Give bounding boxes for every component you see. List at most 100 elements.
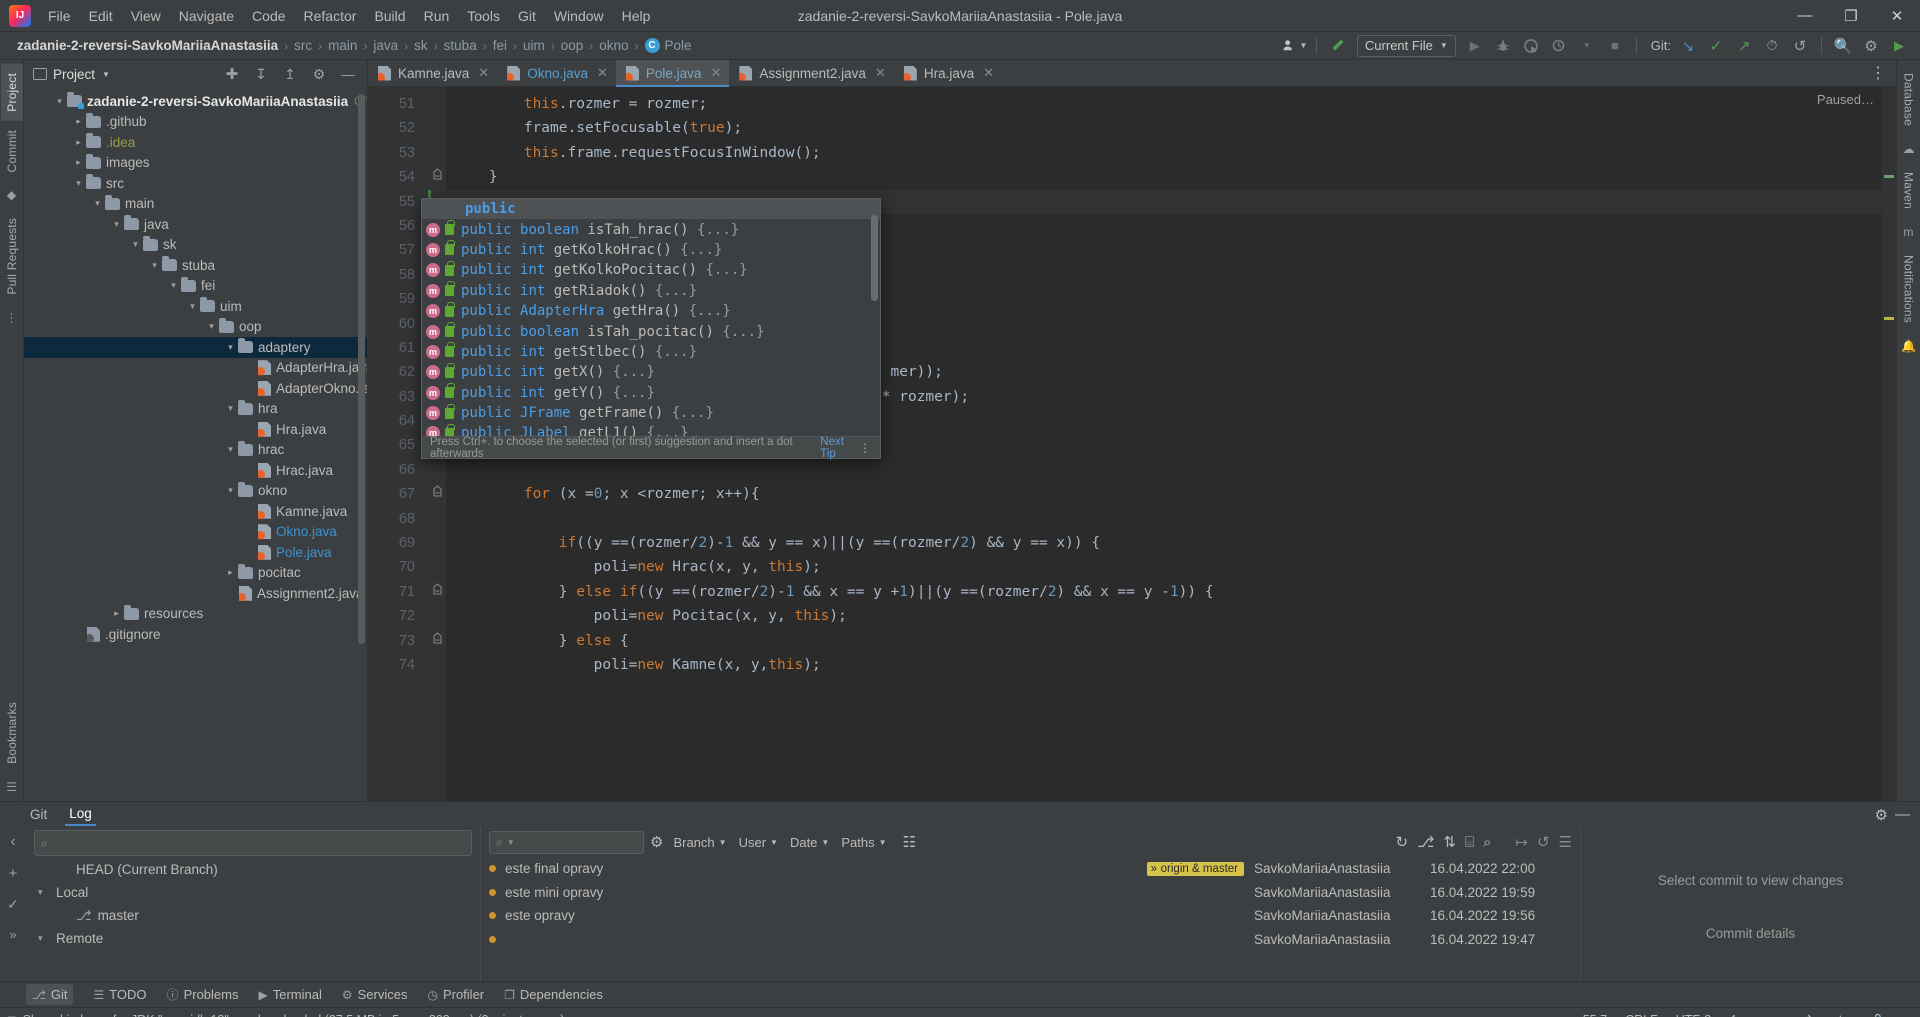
run-configuration-selector[interactable]: Current File ▼ (1356, 34, 1456, 57)
commit-filter-date[interactable]: Date ▼ (786, 833, 833, 852)
fold-marker-icon[interactable] (428, 629, 446, 653)
chevron-down-icon[interactable]: ▾ (38, 887, 50, 898)
coverage-icon[interactable] (1518, 34, 1544, 58)
code-line[interactable] (446, 507, 1896, 531)
tree-node[interactable]: ▸ resources (24, 604, 367, 625)
tree-node[interactable]: ▾ main (24, 194, 367, 215)
commit-toolbar[interactable]: ⌕ ▼ ⚙ Branch ▼ User ▼ Date ▼ Paths ▼ ☷ ↻ ⎇ ⇅ ⌸ … (481, 827, 1580, 857)
chevron-down-icon[interactable]: ▾ (130, 239, 141, 250)
git-log-side-actions[interactable]: ‹ + ✓ » (0, 827, 26, 981)
git-update-icon[interactable]: ↘ (1675, 34, 1701, 58)
autocomplete-list[interactable]: public m public boolean isTah_hrac() {...… (422, 199, 880, 436)
tree-node[interactable]: ▾ zadanie-2-reversi-SavkoMariiaAnastasiia… (24, 91, 367, 112)
close-button[interactable]: ✕ (1874, 0, 1920, 32)
tree-node[interactable]: ▾ adaptery (24, 337, 367, 358)
menu-help[interactable]: Help (613, 4, 660, 28)
commit-filter-branch[interactable]: Branch ▼ (669, 833, 730, 852)
tree-node[interactable]: ▸ images (24, 153, 367, 174)
commit-row[interactable]: este final opravy origin & master SavkoMar… (481, 857, 1580, 881)
stop-button[interactable]: ■ (1602, 34, 1628, 58)
chevron-down-icon[interactable]: ▾ (73, 178, 84, 189)
autocomplete-item[interactable]: m public int getKolkoPocitac() {...} (422, 260, 880, 280)
breadcrumb[interactable]: zadanie-2-reversi-SavkoMariiaAnastasiia ›… (14, 37, 695, 54)
menu-navigate[interactable]: Navigate (170, 4, 243, 28)
editor-tab-bar[interactable]: Kamne.java ✕ Okno.java ✕ Pole.java ✕ Assignmen… (368, 60, 1896, 87)
tool-strip-terminal[interactable]: ▶ Terminal (258, 987, 321, 1002)
menu-code[interactable]: Code (243, 4, 294, 28)
editor-tab-kamne[interactable]: Kamne.java ✕ (368, 60, 497, 86)
git-hide-icon[interactable]: — (1895, 806, 1910, 823)
tree-node[interactable]: ▾ okno (24, 481, 367, 502)
settings-gear-icon[interactable]: ⚙ (1858, 34, 1884, 58)
run-button[interactable]: ▶ (1462, 34, 1488, 58)
bottom-tab-log[interactable]: Log (65, 804, 96, 826)
commit-search-input[interactable]: ⌕ ▼ (489, 830, 644, 854)
code-line[interactable]: frame.setFocusable(true); (446, 116, 1896, 140)
menu-git[interactable]: Git (509, 4, 545, 28)
ide-run-icon[interactable]: ▶ (1886, 34, 1912, 58)
autocomplete-popup[interactable]: public m public boolean isTah_hrac() {...… (421, 198, 881, 460)
close-tab-icon[interactable]: ✕ (875, 65, 886, 81)
tool-strip-dependencies[interactable]: ❐ Dependencies (504, 987, 603, 1002)
chevron-right-icon[interactable]: ▸ (73, 157, 84, 168)
filter-settings-icon[interactable]: ⚙ (650, 833, 663, 851)
autocomplete-item[interactable]: m public int getKolkoHrac() {...} (422, 240, 880, 260)
branch-row[interactable]: ▾ Remote (26, 927, 480, 950)
hide-panel-icon[interactable]: — (335, 62, 361, 86)
code-line[interactable]: this.frame.requestFocusInWindow(); (446, 141, 1896, 165)
tool-strip-problems[interactable]: ⓘ Problems (167, 986, 239, 1003)
commit-filter-paths[interactable]: Paths ▼ (837, 833, 890, 852)
window-controls[interactable]: — ❐ ✕ (1782, 0, 1920, 32)
tree-node[interactable]: ▸ pocitac (24, 563, 367, 584)
breadcrumb-item-fei[interactable]: fei (490, 37, 510, 54)
commit-list[interactable]: este final opravy origin & master SavkoMar… (481, 857, 1580, 981)
search-icon[interactable]: 🔍 (1830, 34, 1856, 58)
code-viewport[interactable]: 51 52 53 54 55 56 57 58 59 60 61 62 63 64 65 66 67 68 69 70… (368, 87, 1896, 801)
collapse-all-icon[interactable]: ↥ (277, 62, 303, 86)
chevron-down-icon[interactable]: ▾ (168, 280, 179, 291)
chevron-right-icon[interactable]: ▸ (225, 567, 236, 578)
autocomplete-item[interactable]: m public int getStlbec() {...} (422, 342, 880, 362)
close-tab-icon[interactable]: ✕ (597, 65, 608, 81)
chevron-right-icon[interactable]: ▸ (73, 137, 84, 148)
notifications-icon[interactable]: ⌕ (1903, 1012, 1910, 1017)
maximize-button[interactable]: ❐ (1828, 0, 1874, 32)
breadcrumb-item-main[interactable]: main (325, 37, 360, 54)
autocomplete-item-selected[interactable]: public (422, 199, 880, 220)
chevron-down-icon[interactable]: ▼ (102, 70, 110, 79)
code-line[interactable]: for (x =0; x <rozmer; x++){ (446, 482, 1896, 506)
tree-node[interactable]: ▾ src (24, 173, 367, 194)
code-line[interactable]: poli=new Pocitac(x, y, this); (446, 604, 1896, 628)
menu-file[interactable]: File (39, 4, 80, 28)
chevron-right-icon[interactable]: ▸ (73, 116, 84, 127)
chevron-down-icon[interactable]: ▾ (225, 403, 236, 414)
rollback-icon[interactable]: ↺ (1787, 34, 1813, 58)
close-tab-icon[interactable]: ✕ (478, 65, 489, 81)
expand-icon[interactable]: » (9, 927, 16, 942)
compact-icon[interactable]: ☰ (1559, 833, 1572, 851)
chevron-down-icon[interactable]: ▾ (187, 301, 198, 312)
error-stripe[interactable] (1882, 87, 1896, 801)
branch-search-input[interactable]: ⌕ (34, 830, 472, 856)
commit-toolbar-right[interactable]: ↻ ⎇ ⇅ ⌸ ⌕ ↦ ↺ ☰ (1396, 833, 1572, 852)
tree-node[interactable]: ▾ hra (24, 399, 367, 420)
breadcrumb-item-src[interactable]: src (291, 37, 315, 54)
grid-icon[interactable]: ⌸ (1465, 834, 1474, 851)
branch-list-panel[interactable]: ⌕ HEAD (Current Branch) ▾ Local ⎇ master ▾ Rem… (26, 827, 481, 981)
chevron-down-icon[interactable]: ▾ (54, 96, 65, 107)
build-hammer-icon[interactable] (1325, 34, 1351, 58)
code-line[interactable]: } else if((y ==(rozmer/2)-1 && x == y +1… (446, 580, 1896, 604)
tree-node[interactable]: Assignment2.java (24, 583, 367, 604)
autocomplete-item[interactable]: m public AdapterHra getHra() {...} (422, 301, 880, 321)
project-tree[interactable]: ▾ zadanie-2-reversi-SavkoMariiaAnastasiia… (24, 88, 367, 801)
find-icon[interactable]: ⌕ (1483, 834, 1491, 851)
fold-marker-icon[interactable] (428, 165, 446, 189)
chevron-down-icon[interactable]: ▾ (149, 260, 160, 271)
autocomplete-item[interactable]: m public JFrame getFrame() {...} (422, 403, 880, 423)
tree-node[interactable]: Hra.java (24, 419, 367, 440)
tree-node[interactable]: Pole.java (24, 542, 367, 563)
menu-tools[interactable]: Tools (458, 4, 509, 28)
project-settings-icon[interactable]: ⚙ (306, 62, 332, 86)
tree-node[interactable]: Hrac.java (24, 460, 367, 481)
breadcrumb-item-uim[interactable]: uim (520, 37, 548, 54)
